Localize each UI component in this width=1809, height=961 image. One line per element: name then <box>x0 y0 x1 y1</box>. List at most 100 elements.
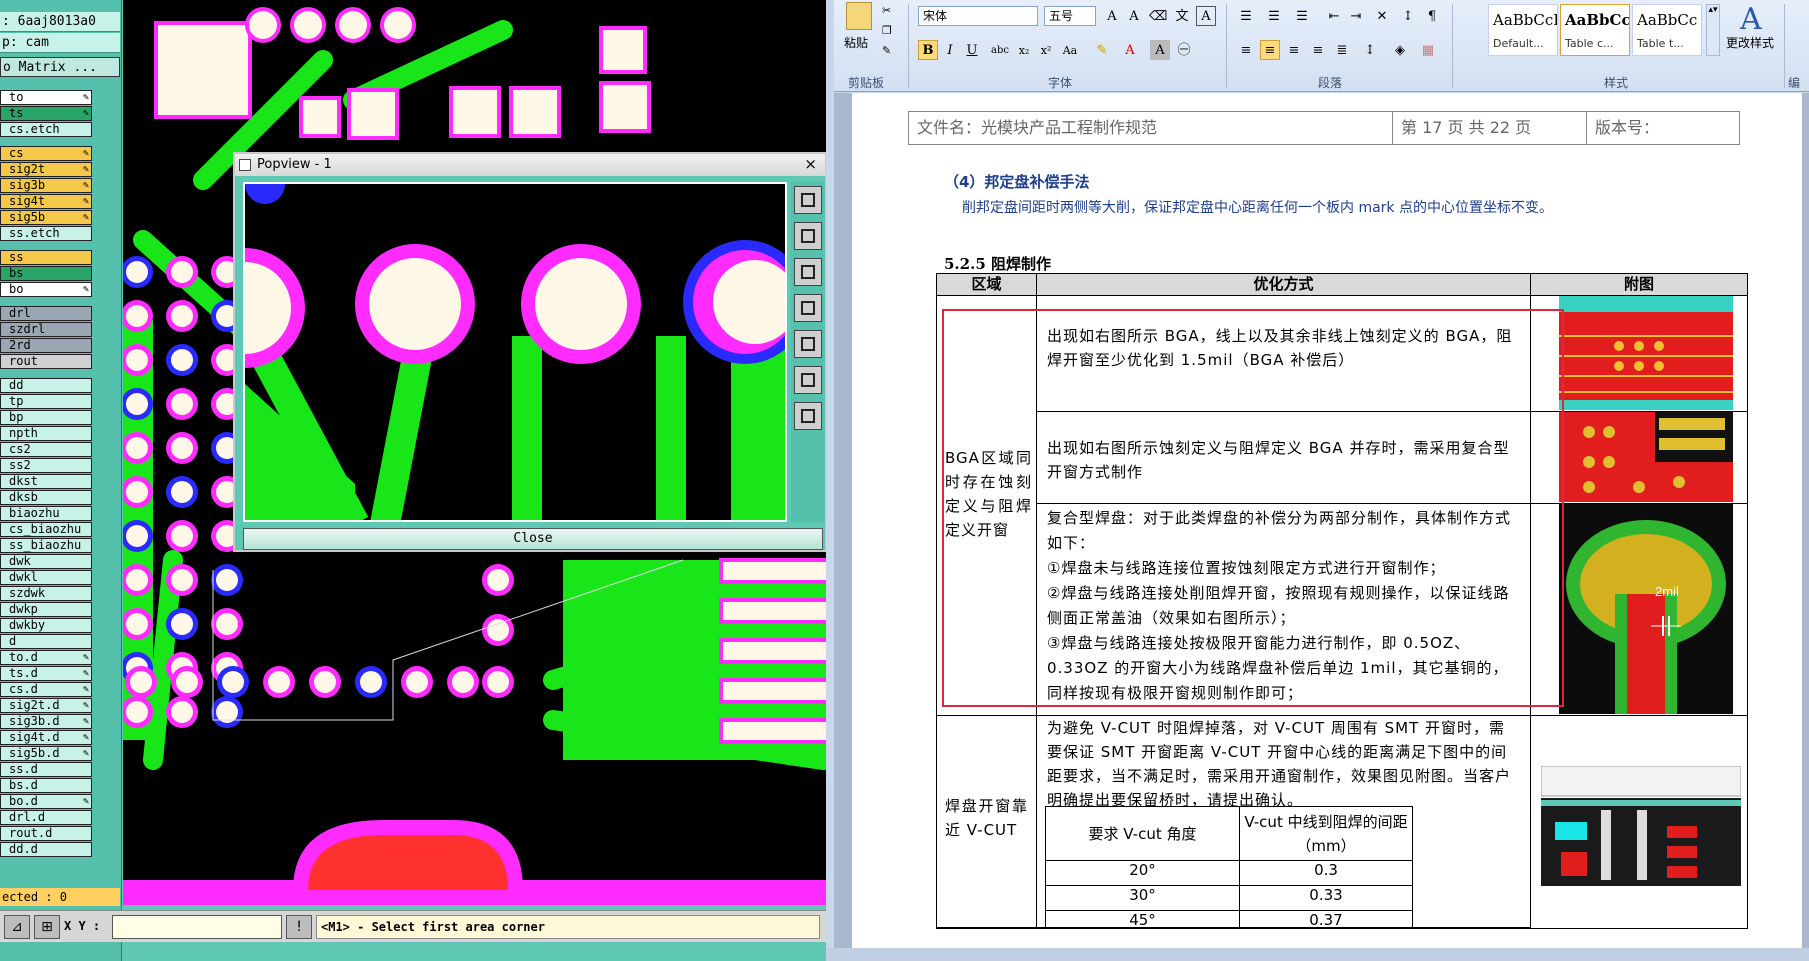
layer-sig5b.d[interactable]: sig5b.d ✎ <box>0 746 92 761</box>
layer-dksb[interactable]: dksb <box>0 490 92 505</box>
char-shading-icon[interactable]: A <box>1150 40 1170 60</box>
layer-dwkl[interactable]: dwkl <box>0 570 92 585</box>
bullets-icon[interactable]: ☰ <box>1236 6 1256 26</box>
decrease-indent-icon[interactable]: ⇤ <box>1324 6 1344 26</box>
zoom-in-icon[interactable] <box>794 186 822 214</box>
align-right-icon[interactable]: ≡ <box>1284 40 1304 60</box>
layer-rout[interactable]: rout <box>0 354 92 369</box>
layer-ss2[interactable]: ss2 <box>0 458 92 473</box>
cut-icon[interactable]: ✂ <box>882 4 891 17</box>
zoom-out-icon[interactable] <box>794 222 822 250</box>
fit-icon[interactable] <box>794 366 822 394</box>
font-name-select[interactable]: 宋体 <box>918 6 1038 26</box>
popview-close-button[interactable]: Close <box>243 528 823 550</box>
layer-npth[interactable]: npth <box>0 426 92 441</box>
layer-cs2[interactable]: cs2 <box>0 442 92 457</box>
change-styles-label[interactable]: 更改样式 <box>1726 34 1774 51</box>
format-painter-icon[interactable]: ✎ <box>882 44 891 57</box>
zoom-home-icon[interactable] <box>794 258 822 286</box>
subscript-icon[interactable]: x₂ <box>1014 40 1034 60</box>
layer-szdrl[interactable]: szdrl <box>0 322 92 337</box>
layer-cs.d[interactable]: cs.d ✎ <box>0 682 92 697</box>
layer-cs[interactable]: cs ✎ <box>0 146 92 161</box>
copy-icon[interactable]: ❐ <box>882 24 892 37</box>
layer-to[interactable]: to ✎ <box>0 90 92 105</box>
change-case-icon[interactable]: Aa <box>1060 40 1080 60</box>
layer-2rd[interactable]: 2rd <box>0 338 92 353</box>
layer-dwk[interactable]: dwk <box>0 554 92 569</box>
font-color-icon[interactable]: A <box>1120 40 1140 60</box>
xy-input[interactable] <box>112 915 282 939</box>
warning-icon[interactable]: ! <box>286 915 312 939</box>
char-border-icon[interactable]: A <box>1196 6 1216 26</box>
enclose-char-icon[interactable]: ㊀ <box>1174 40 1194 60</box>
phonetic-icon[interactable]: 文 <box>1172 6 1192 26</box>
font-size-select[interactable]: 五号 <box>1044 6 1096 26</box>
layer-drl[interactable]: drl <box>0 306 92 321</box>
layer-bs[interactable]: bs <box>0 266 92 281</box>
close-icon[interactable]: × <box>804 153 817 175</box>
layer-d[interactable]: d <box>0 634 92 649</box>
layer-szdwk[interactable]: szdwk <box>0 586 92 601</box>
document-page[interactable]: 文件名：光模块产品工程制作规范 第 17 页 共 22 页 版本号： （4）邦定… <box>852 93 1802 961</box>
italic-button[interactable]: I <box>940 40 960 60</box>
borders-icon[interactable]: ▦ <box>1418 40 1438 60</box>
layer-drl.d[interactable]: drl.d <box>0 810 92 825</box>
line-spacing-icon[interactable]: ↕ <box>1360 40 1380 60</box>
layer-cs_biaozhu[interactable]: cs_biaozhu <box>0 522 92 537</box>
paste-icon[interactable] <box>846 2 872 30</box>
layer-ss.d[interactable]: ss.d <box>0 762 92 777</box>
layer-ts.d[interactable]: ts.d ✎ <box>0 666 92 681</box>
layer-biaozhu[interactable]: biaozhu <box>0 506 92 521</box>
layer-tp[interactable]: tp <box>0 394 92 409</box>
shading-icon[interactable]: ◈ <box>1390 40 1410 60</box>
layer-bs.d[interactable]: bs.d <box>0 778 92 793</box>
layer-sig2t.d[interactable]: sig2t.d ✎ <box>0 698 92 713</box>
popview-titlebar[interactable]: Popview - 1 × <box>235 154 825 176</box>
change-styles-icon[interactable]: A <box>1740 2 1762 37</box>
layer-bo.d[interactable]: bo.d ✎ <box>0 794 92 809</box>
layer-rout.d[interactable]: rout.d <box>0 826 92 841</box>
layer-dd[interactable]: dd <box>0 378 92 393</box>
layer-dd.d[interactable]: dd.d <box>0 842 92 857</box>
align-center-icon[interactable]: ≡ <box>1260 40 1280 60</box>
layer-sig4t[interactable]: sig4t ✎ <box>0 194 92 209</box>
layer-cs.etch[interactable]: cs.etch <box>0 122 92 137</box>
layer-ss.etch[interactable]: ss.etch <box>0 226 92 241</box>
increase-indent-icon[interactable]: ⇥ <box>1346 6 1366 26</box>
snap-icon[interactable]: ⊿ <box>4 915 30 939</box>
underline-button[interactable]: U <box>962 40 982 60</box>
expand-icon[interactable] <box>794 402 822 430</box>
layer-dkst[interactable]: dkst <box>0 474 92 489</box>
bold-button[interactable]: B <box>918 40 938 60</box>
style-default[interactable]: AaBbCcI Default... <box>1488 4 1558 56</box>
strikethrough-icon[interactable]: abc <box>990 40 1010 60</box>
shrink-font-icon[interactable]: A <box>1124 6 1144 26</box>
pan-right-icon[interactable] <box>794 330 822 358</box>
layer-bo[interactable]: bo ✎ <box>0 282 92 297</box>
pan-left-icon[interactable] <box>794 294 822 322</box>
justify-icon[interactable]: ≡ <box>1308 40 1328 60</box>
layer-sig2t[interactable]: sig2t ✎ <box>0 162 92 177</box>
clear-format-icon[interactable]: ⌫ <box>1148 6 1168 26</box>
layer-dwkby[interactable]: dwkby <box>0 618 92 633</box>
layer-sig5b[interactable]: sig5b ✎ <box>0 210 92 225</box>
layer-ss_biaozhu[interactable]: ss_biaozhu <box>0 538 92 553</box>
highlight-icon[interactable]: ✎ <box>1092 40 1112 60</box>
paste-label[interactable]: 粘贴 <box>844 34 868 51</box>
grow-font-icon[interactable]: A <box>1102 6 1122 26</box>
style-table-t[interactable]: AaBbCc Table t... <box>1632 4 1702 56</box>
matrix-button[interactable]: o Matrix ... <box>0 57 120 77</box>
layer-bp[interactable]: bp <box>0 410 92 425</box>
chinese-layout-icon[interactable]: ✕ <box>1372 6 1392 26</box>
styles-scroll-icon[interactable]: ▴▾ <box>1706 4 1720 56</box>
align-left-icon[interactable]: ≡ <box>1236 40 1256 60</box>
layer-sig3b[interactable]: sig3b ✎ <box>0 178 92 193</box>
style-table-c[interactable]: AaBbCc Table c... <box>1560 4 1630 56</box>
popview-canvas[interactable] <box>243 182 787 522</box>
grid-icon[interactable]: ⊞ <box>34 915 60 939</box>
layer-sig4t.d[interactable]: sig4t.d ✎ <box>0 730 92 745</box>
numbering-icon[interactable]: ☰ <box>1264 6 1284 26</box>
superscript-icon[interactable]: x² <box>1036 40 1056 60</box>
layer-ss[interactable]: ss <box>0 250 92 265</box>
